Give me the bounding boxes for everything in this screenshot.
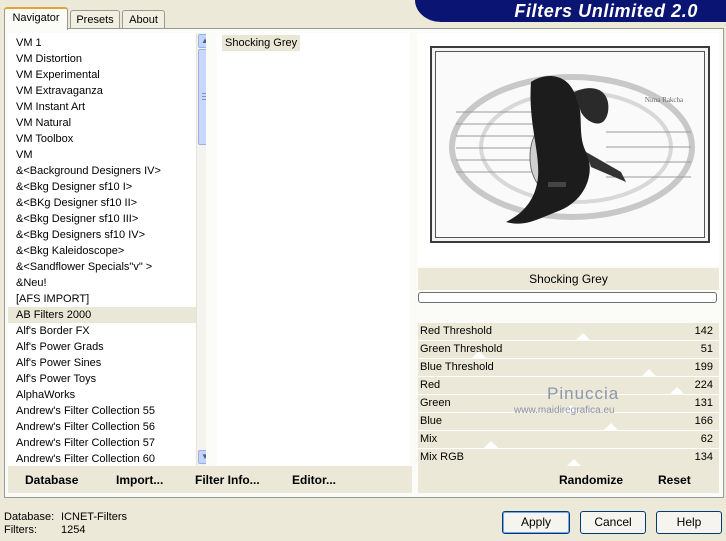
filter-list-item[interactable]: &Neu! [8, 275, 206, 291]
filter-list-item[interactable]: AB Filters 2000 [8, 307, 206, 323]
parameter-slider[interactable] [420, 441, 713, 448]
grip-line [202, 99, 206, 100]
preview-canvas: Nima Rakcha [435, 51, 705, 238]
filter-list-item[interactable]: VM 1 [8, 35, 206, 51]
parameter-slider[interactable] [420, 351, 713, 358]
filter-list-scrollbar[interactable]: ▲ ▼ [196, 33, 206, 466]
app-title: Filters Unlimited 2.0 [514, 1, 698, 21]
filter-list-item[interactable]: VM Instant Art [8, 99, 206, 115]
filter-list-item[interactable]: VM Toolbox [8, 131, 206, 147]
filter-list-item[interactable]: Alf's Power Sines [8, 355, 206, 371]
help-button[interactable]: Help [656, 511, 722, 534]
database-button[interactable]: Database [25, 473, 78, 487]
filters-count: 1254 [61, 524, 86, 536]
effect-list[interactable]: Shocking Grey [217, 33, 410, 466]
watermark-name: Pinuccia [547, 384, 620, 403]
parameter-slider-row[interactable]: Red Threshold 142 [418, 323, 719, 341]
filter-list-item[interactable]: Alf's Power Toys [8, 371, 206, 387]
filter-list-item[interactable]: Alf's Border FX [8, 323, 206, 339]
randomize-button[interactable]: Randomize [559, 473, 623, 487]
filter-list-item[interactable]: Andrew's Filter Collection 60 [8, 451, 206, 466]
filter-items: VM 1 VM Distortion VM Experimental VM Extra… [8, 35, 206, 466]
filter-list-item[interactable]: &<Background Designers IV> [8, 163, 206, 179]
slider-thumb[interactable] [471, 351, 486, 358]
filter-list-item[interactable]: &<Bkg Designers sf10 IV> [8, 227, 206, 243]
cancel-button[interactable]: Cancel [580, 511, 646, 534]
filter-list-item[interactable]: [AFS IMPORT] [8, 291, 206, 307]
filter-list-item[interactable]: &<Bkg Kaleidoscope> [8, 243, 206, 259]
filter-list-item[interactable]: &<Bkg Designer sf10 I> [8, 179, 206, 195]
scroll-thumb[interactable] [198, 49, 206, 145]
filter-list-item[interactable]: Andrew's Filter Collection 56 [8, 419, 206, 435]
editor-button[interactable]: Editor... [292, 473, 336, 487]
preview-progress-bar [418, 292, 717, 303]
import-button[interactable]: Import... [116, 473, 163, 487]
grip-line [202, 96, 206, 97]
scroll-down-button[interactable]: ▼ [198, 450, 206, 464]
scroll-up-button[interactable]: ▲ [198, 34, 206, 48]
tab-about[interactable]: About [122, 10, 165, 30]
filter-info-button[interactable]: Filter Info... [195, 473, 260, 487]
database-label: Database: [4, 511, 55, 523]
reset-button[interactable]: Reset [658, 473, 691, 487]
slider-thumb[interactable] [566, 459, 581, 466]
filter-list-item[interactable]: AlphaWorks [8, 387, 206, 403]
slider-thumb[interactable] [641, 369, 656, 376]
filter-list-item[interactable]: &<Bkg Designer sf10 III> [8, 211, 206, 227]
parameter-slider[interactable] [420, 423, 713, 430]
parameter-slider[interactable] [420, 369, 713, 376]
parameter-slider-row[interactable]: Blue Threshold 199 [418, 359, 719, 377]
slider-thumb[interactable] [603, 423, 618, 430]
filter-list-item[interactable]: Alf's Power Grads [8, 339, 206, 355]
database-value: ICNET-Filters [61, 511, 127, 523]
preview-effect-name: Shocking Grey [418, 268, 719, 290]
slider-thumb[interactable] [670, 387, 685, 394]
filters-label: Filters: [4, 524, 37, 536]
filter-list-item[interactable]: &<Sandflower Specials"v" > [8, 259, 206, 275]
parameter-slider[interactable] [420, 333, 713, 340]
filter-list-item[interactable]: VM Experimental [8, 67, 206, 83]
preview-artwork: Nima Rakcha [449, 74, 695, 224]
filter-list-item[interactable]: VM [8, 147, 206, 163]
tab-presets[interactable]: Presets [70, 10, 120, 30]
filter-list-item[interactable]: VM Extravaganza [8, 83, 206, 99]
parameter-slider-row[interactable]: Mix 62 [418, 431, 719, 449]
grip-line [202, 93, 206, 94]
slider-thumb[interactable] [576, 333, 591, 340]
preview-caption: Nima Rakcha [645, 96, 684, 104]
preview-image[interactable]: Nima Rakcha [430, 46, 710, 243]
title-banner: Filters Unlimited 2.0 [415, 0, 726, 22]
filter-list-item[interactable]: Andrew's Filter Collection 55 [8, 403, 206, 419]
tab-navigator[interactable]: Navigator [4, 7, 68, 30]
filter-list-item[interactable]: Andrew's Filter Collection 57 [8, 435, 206, 451]
filter-list-item[interactable]: VM Natural [8, 115, 206, 131]
filter-category-list[interactable]: VM 1 VM Distortion VM Experimental VM Extra… [8, 33, 206, 466]
filter-list-item[interactable]: VM Distortion [8, 51, 206, 67]
preview-panel: Nima Rakcha [418, 33, 719, 266]
watermark-url: www.maidiregrafica.eu [514, 405, 615, 416]
apply-button[interactable]: Apply [502, 511, 570, 534]
parameter-slider-row[interactable]: Green Threshold 51 [418, 341, 719, 359]
effect-item-shocking-grey[interactable]: Shocking Grey [222, 35, 301, 51]
filter-list-item[interactable]: &<BKg Designer sf10 II> [8, 195, 206, 211]
slider-thumb[interactable] [484, 441, 499, 448]
parameter-slider-row[interactable]: Mix RGB 134 [418, 449, 719, 467]
